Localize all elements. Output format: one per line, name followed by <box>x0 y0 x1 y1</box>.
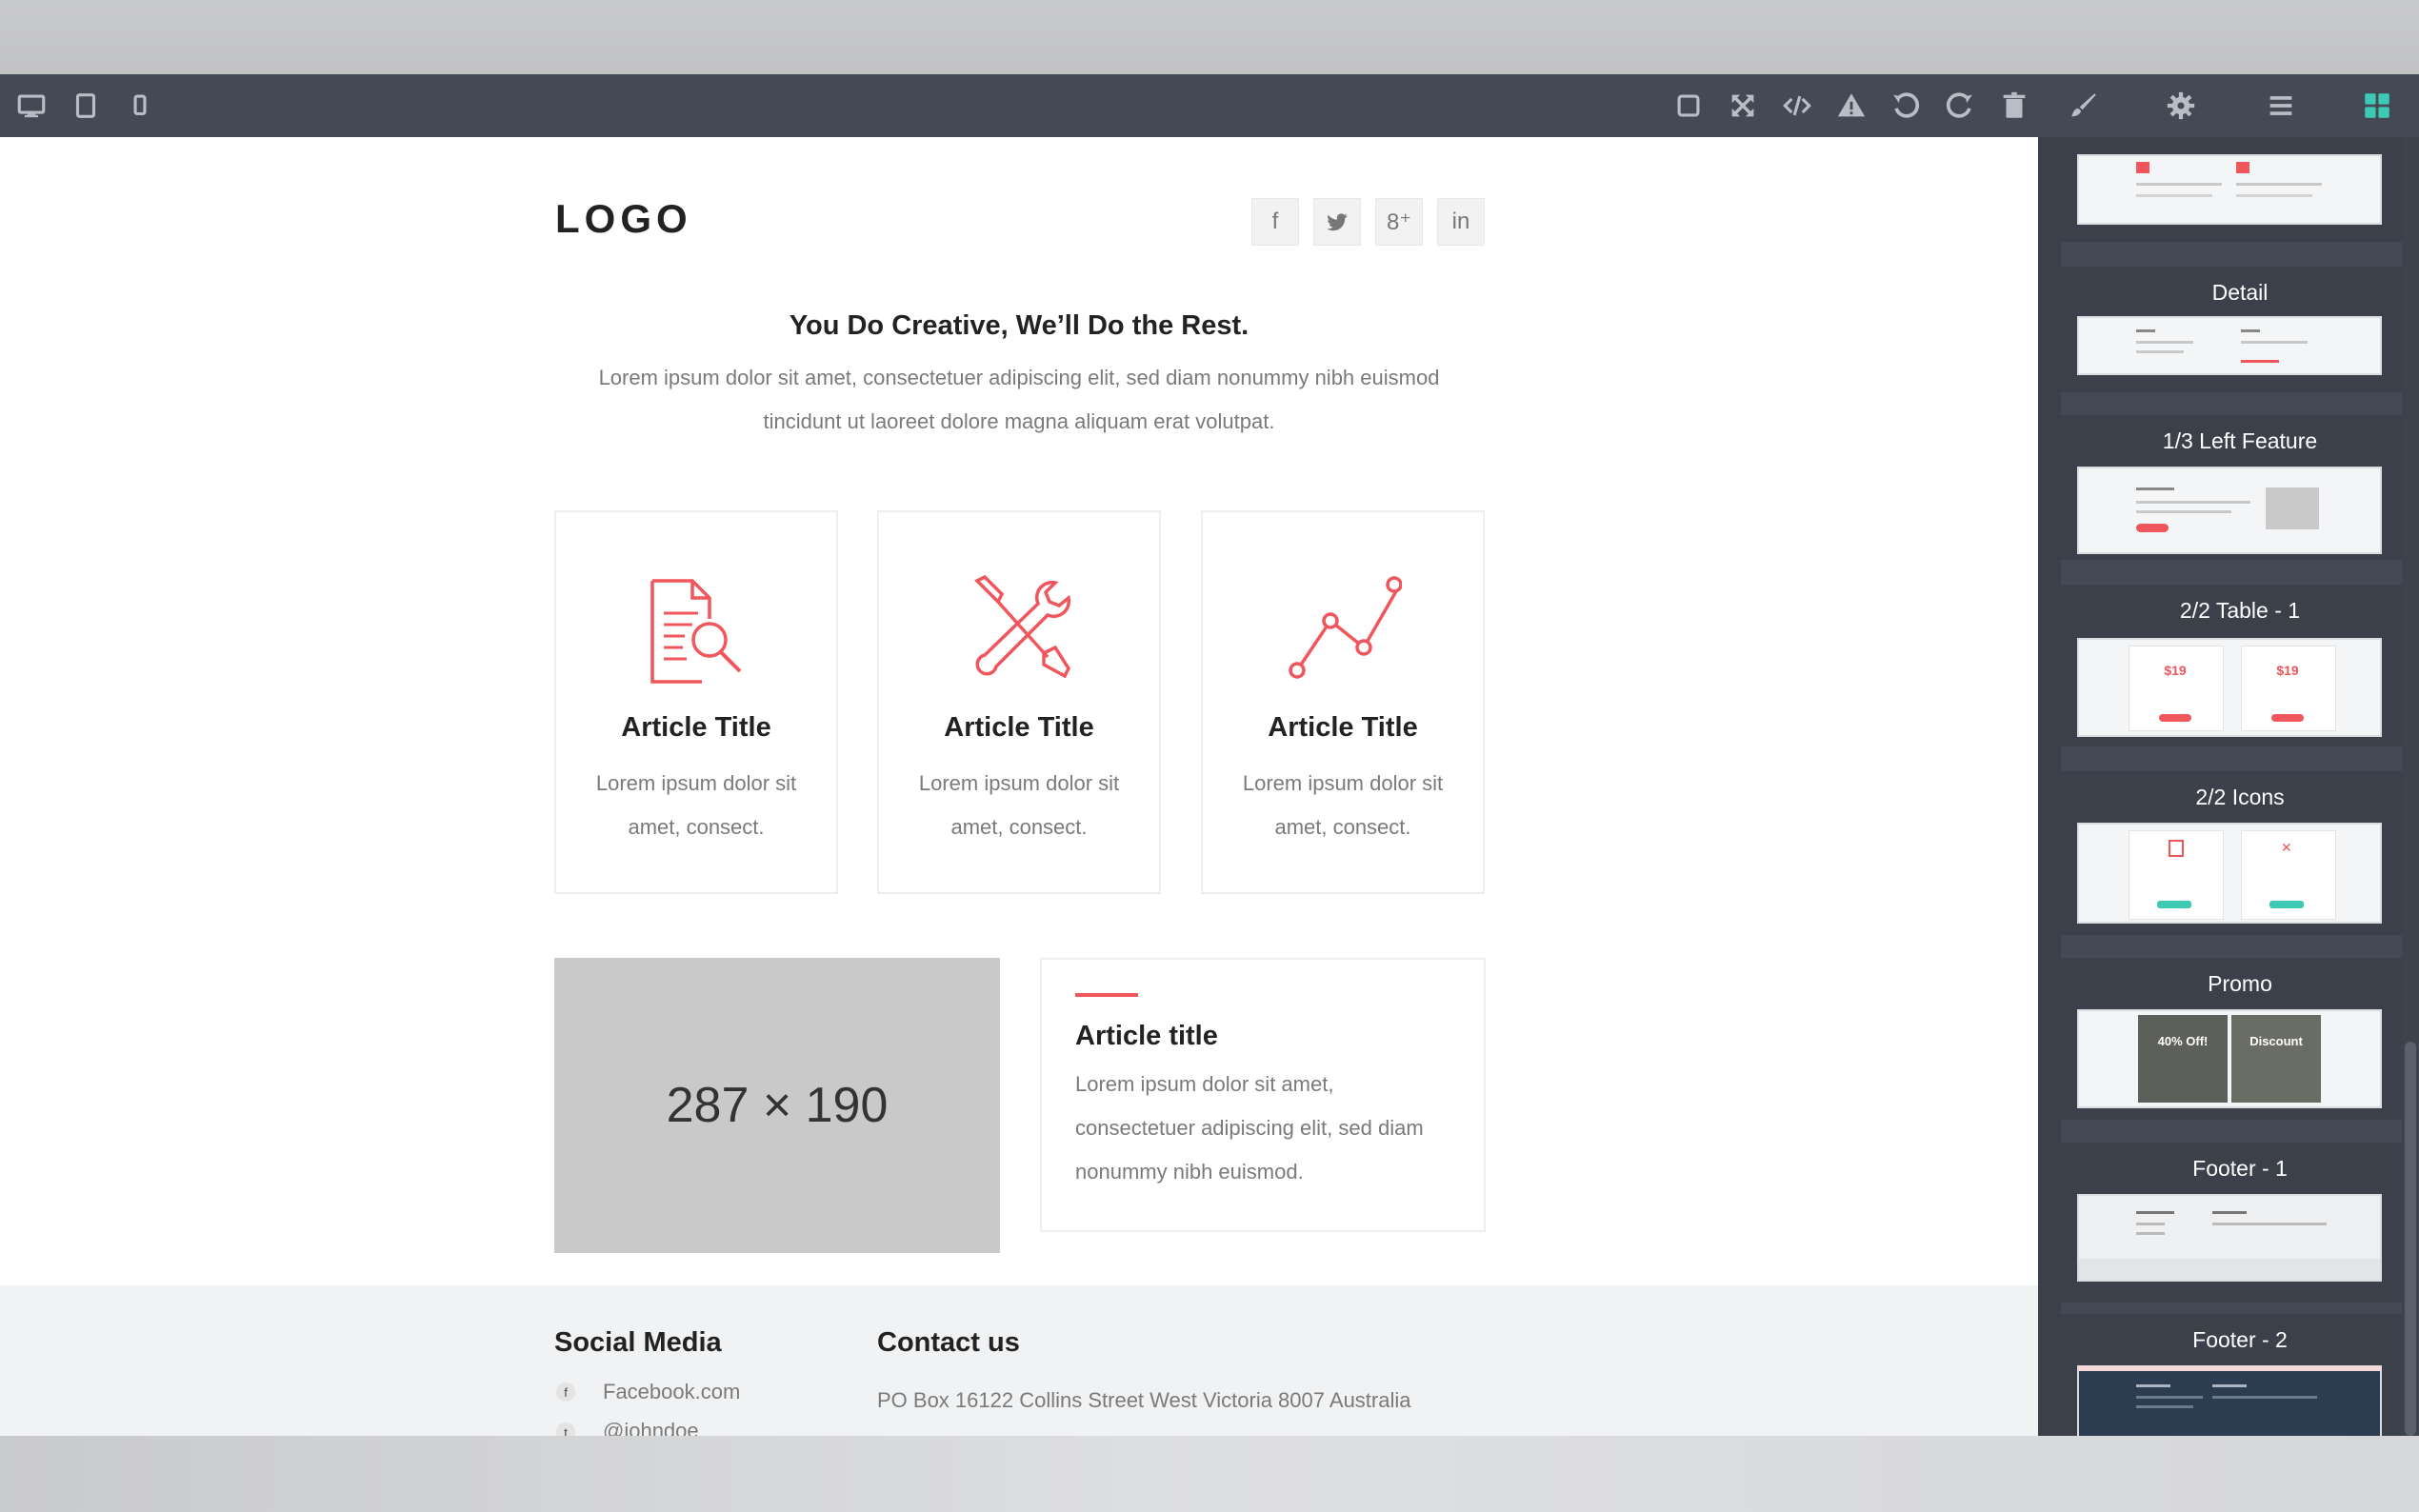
footer-link-twitter[interactable]: @johndoe <box>603 1419 699 1436</box>
top-toolbar <box>0 74 2419 137</box>
document-search-icon <box>650 579 742 684</box>
block-label: 2/2 Table - 1 <box>2179 598 2301 623</box>
undo-icon[interactable] <box>1888 88 1924 124</box>
block-thumbnail <box>2077 467 2382 554</box>
block-item[interactable] <box>2061 137 2419 242</box>
canvas-scrollbar[interactable] <box>2038 137 2061 1436</box>
line-chart-icon <box>1289 576 1402 679</box>
linkedin-icon[interactable]: in <box>1437 198 1485 246</box>
blocks-panel: Detail 1/3 Left Feature 2/2 Table - 1 $1… <box>2061 137 2419 1436</box>
gear-icon[interactable] <box>2163 88 2199 124</box>
block-thumbnail <box>2077 1194 2382 1282</box>
block-footer-1[interactable]: Footer - 1 <box>2061 1143 2419 1303</box>
block-footer-2[interactable]: Footer - 2 <box>2061 1314 2419 1436</box>
footer-link-facebook[interactable]: Facebook.com <box>603 1380 740 1404</box>
menu-icon[interactable] <box>2263 88 2299 124</box>
facebook-icon[interactable]: f <box>1251 198 1299 246</box>
hero-title[interactable]: You Do Creative, We’ll Do the Rest. <box>552 310 1486 342</box>
article-card[interactable]: Article Title Lorem ipsum dolor sit amet… <box>1201 510 1485 894</box>
square-icon[interactable] <box>1670 88 1707 124</box>
article-card[interactable]: Article Title Lorem ipsum dolor sit amet… <box>877 510 1161 894</box>
redo-icon[interactable] <box>1942 88 1978 124</box>
card-text: Lorem ipsum dolor sit amet, consect. <box>1242 771 1444 839</box>
block-thumbnail <box>2077 1365 2382 1436</box>
block-label: Promo <box>2208 971 2272 996</box>
fullscreen-icon[interactable] <box>1725 88 1761 124</box>
footer[interactable]: Social Media f Facebook.com t @johndoe C… <box>0 1285 2038 1436</box>
blocks-icon[interactable] <box>2359 88 2395 124</box>
mobile-icon[interactable] <box>122 88 158 124</box>
promo-tile-label: Discount <box>2249 1034 2303 1048</box>
block-icons[interactable]: 2/2 Icons ✕ <box>2061 771 2419 935</box>
block-thumbnail: $19 $19 <box>2077 638 2382 737</box>
card-text: Lorem ipsum dolor sit amet, consect. <box>595 771 797 839</box>
contact-address: PO Box 16122 Collins Street West Victori… <box>877 1388 1411 1412</box>
block-promo[interactable]: Promo 40% Off! Discount <box>2061 958 2419 1120</box>
block-label: 1/3 Left Feature <box>2162 428 2318 453</box>
card-title: Article Title <box>1268 712 1418 743</box>
price-label: $19 <box>2164 663 2187 678</box>
block-left-feature[interactable]: 1/3 Left Feature <box>2061 415 2419 560</box>
desktop-icon[interactable] <box>13 88 50 124</box>
warning-icon[interactable] <box>1833 88 1869 124</box>
logo[interactable]: LOGO <box>555 196 692 242</box>
tablet-icon[interactable] <box>68 88 104 124</box>
card-title: Article Title <box>944 712 1094 743</box>
trash-icon[interactable] <box>1996 88 2032 124</box>
block-thumbnail <box>2077 316 2382 375</box>
image-placeholder[interactable]: 287 × 190 <box>554 958 1000 1253</box>
brush-icon[interactable] <box>2066 88 2102 124</box>
editor-window: LOGO f 8⁺ in You Do Creative, We’ll Do t… <box>0 74 2419 1436</box>
code-icon[interactable] <box>1779 88 1815 124</box>
block-thumbnail: ✕ <box>2077 823 2382 924</box>
contact-heading: Contact us <box>877 1327 1020 1358</box>
tools-icon <box>974 574 1071 679</box>
block-label: Detail <box>2211 280 2269 305</box>
article-box[interactable]: Article title Lorem ipsum dolor sit amet… <box>1040 958 1486 1232</box>
twitter-icon: t <box>556 1422 575 1436</box>
facebook-icon: f <box>556 1383 575 1402</box>
twitter-icon[interactable] <box>1313 198 1361 246</box>
article-card[interactable]: Article Title Lorem ipsum dolor sit amet… <box>554 510 838 894</box>
block-label: 2/2 Icons <box>2195 785 2285 809</box>
desktop-backdrop <box>0 1435 2419 1512</box>
promo-tile-label: 40% Off! <box>2157 1034 2209 1048</box>
editor-canvas[interactable]: LOGO f 8⁺ in You Do Creative, We’ll Do t… <box>0 137 2038 1436</box>
google-plus-icon[interactable]: 8⁺ <box>1375 198 1423 246</box>
accent-line <box>1075 993 1138 997</box>
block-detail[interactable]: Detail <box>2061 267 2419 392</box>
block-thumbnail <box>2077 154 2382 225</box>
block-thumbnail: 40% Off! Discount <box>2077 1009 2382 1108</box>
article-text: Lorem ipsum dolor sit amet, consectetuer… <box>1075 1072 1424 1184</box>
card-title: Article Title <box>621 712 771 743</box>
panel-scrollbar[interactable] <box>2402 137 2419 1436</box>
block-table[interactable]: 2/2 Table - 1 $19 $19 <box>2061 585 2419 746</box>
card-text: Lorem ipsum dolor sit amet, consect. <box>918 771 1120 839</box>
panel-scrollbar-thumb[interactable] <box>2405 1042 2416 1436</box>
social-media-heading: Social Media <box>554 1327 722 1358</box>
block-label: Footer - 2 <box>2192 1327 2288 1352</box>
hero-text[interactable]: Lorem ipsum dolor sit amet, consectetuer… <box>590 356 1448 444</box>
article-title: Article title <box>1075 1021 1218 1051</box>
price-label: $19 <box>2276 663 2299 678</box>
block-label: Footer - 1 <box>2192 1156 2288 1181</box>
